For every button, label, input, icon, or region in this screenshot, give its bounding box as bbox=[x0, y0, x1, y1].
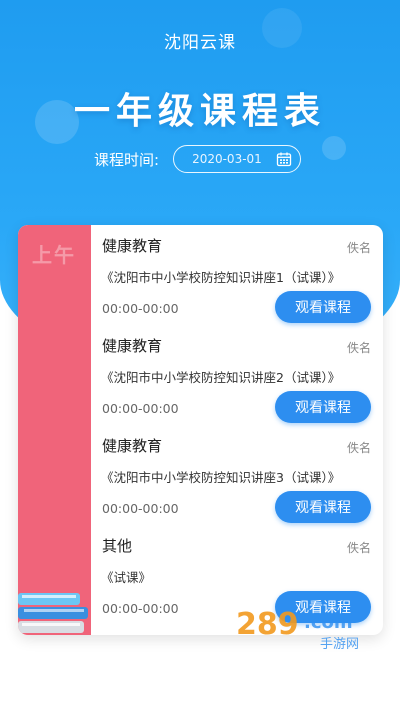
course-time: 00:00-00:00 bbox=[102, 501, 179, 516]
decor-bubble bbox=[322, 136, 346, 160]
books-illustration bbox=[18, 593, 88, 633]
lesson-title: 《沈阳市中小学校防控知识讲座2（试课）》 bbox=[101, 370, 341, 385]
teacher-name: 佚名 bbox=[346, 541, 371, 555]
lesson-title: 《试课》 bbox=[101, 570, 152, 585]
course-name: 健康教育 bbox=[102, 337, 163, 355]
schedule-card: 上午 健康教育 佚名 《沈阳市中小学校防控知识讲座1（试课）》 00:00-00… bbox=[18, 225, 383, 635]
site-watermark-logo: 289 .com 手游网 bbox=[236, 607, 359, 650]
app-title: 沈阳云课 bbox=[164, 33, 236, 53]
calendar-icon[interactable] bbox=[276, 151, 292, 167]
course-name: 其他 bbox=[102, 537, 133, 555]
date-row: 课程时间: 2020-03-01 bbox=[94, 144, 302, 174]
svg-text:手游网: 手游网 bbox=[320, 637, 359, 650]
course-time: 00:00-00:00 bbox=[102, 301, 179, 316]
lesson-title: 《沈阳市中小学校防控知识讲座1（试课）》 bbox=[101, 270, 341, 285]
date-picker[interactable]: 2020-03-01 bbox=[173, 145, 302, 173]
period-label: 上午 bbox=[32, 243, 76, 267]
watch-course-button[interactable]: 观看课程 bbox=[275, 291, 371, 323]
course-name: 健康教育 bbox=[102, 437, 163, 455]
course-item: 健康教育 佚名 《沈阳市中小学校防控知识讲座1（试课）》 00:00-00:00… bbox=[91, 225, 383, 325]
course-item: 健康教育 佚名 《沈阳市中小学校防控知识讲座2（试课）》 00:00-00:00… bbox=[91, 325, 383, 425]
course-name: 健康教育 bbox=[102, 237, 163, 255]
date-label: 课程时间: bbox=[94, 150, 160, 169]
page-title: 一年级课程表 bbox=[73, 91, 326, 132]
svg-text:.com: .com bbox=[304, 612, 353, 633]
watch-course-button[interactable]: 观看课程 bbox=[275, 391, 371, 423]
course-time: 00:00-00:00 bbox=[102, 401, 179, 416]
watch-course-button[interactable]: 观看课程 bbox=[275, 491, 371, 523]
lesson-title: 《沈阳市中小学校防控知识讲座3（试课）》 bbox=[101, 470, 341, 485]
teacher-name: 佚名 bbox=[346, 341, 371, 355]
course-time: 00:00-00:00 bbox=[102, 601, 179, 616]
teacher-name: 佚名 bbox=[346, 241, 371, 255]
course-item: 健康教育 佚名 《沈阳市中小学校防控知识讲座3（试课）》 00:00-00:00… bbox=[91, 425, 383, 525]
date-value: 2020-03-01 bbox=[192, 152, 262, 166]
teacher-name: 佚名 bbox=[346, 441, 371, 455]
svg-text:289: 289 bbox=[236, 607, 299, 642]
course-list: 健康教育 佚名 《沈阳市中小学校防控知识讲座1（试课）》 00:00-00:00… bbox=[91, 225, 383, 625]
period-sidebar: 上午 bbox=[18, 225, 91, 635]
